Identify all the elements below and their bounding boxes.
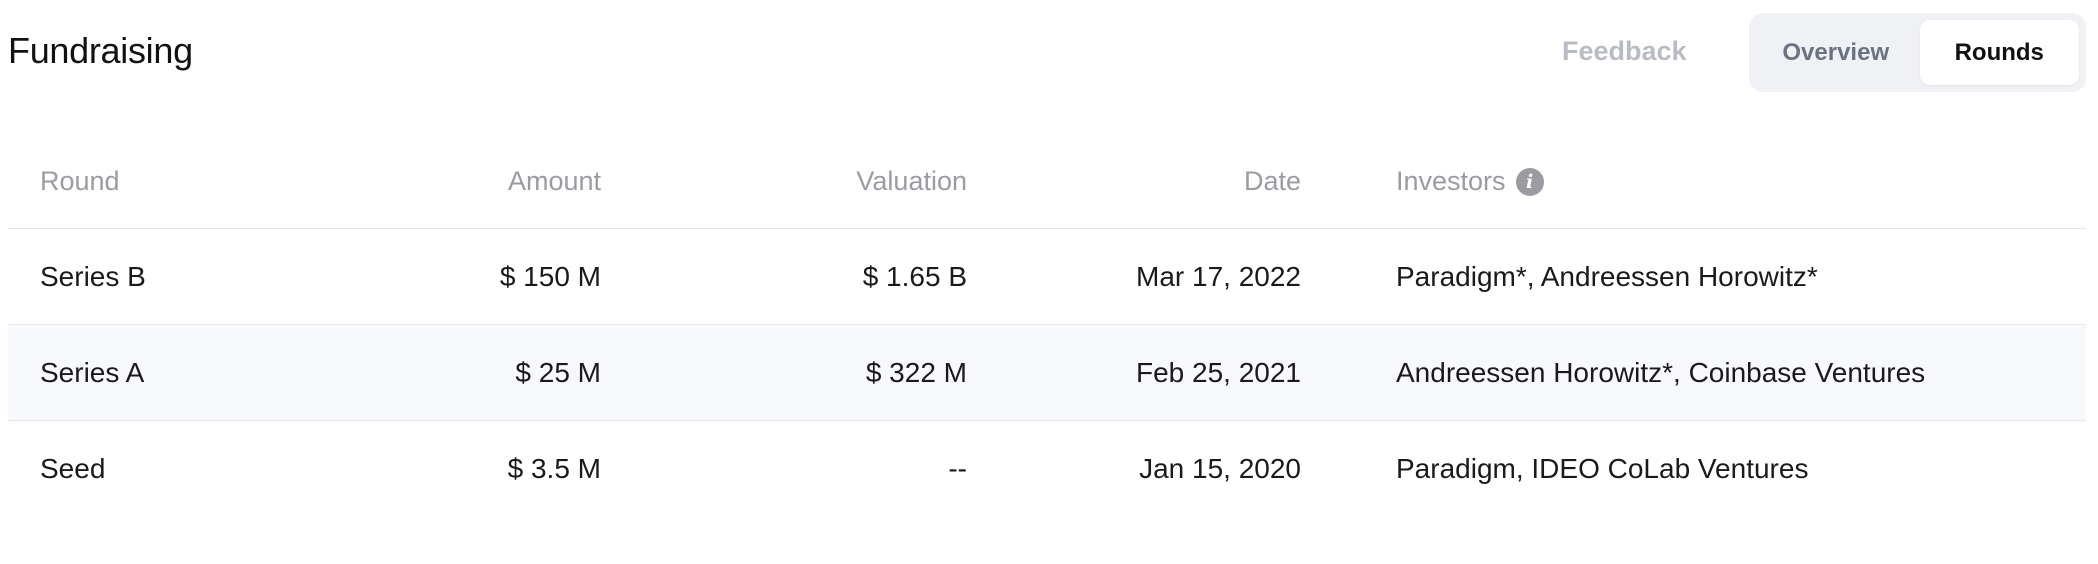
- rounds-table: Round Amount Valuation Date Investors i …: [8, 135, 2086, 516]
- cell-amount: $ 150 M: [499, 260, 601, 292]
- column-header-round: Round: [40, 166, 120, 196]
- page-title: Fundraising: [8, 30, 193, 71]
- cell-investors: Paradigm, IDEO CoLab Ventures: [1396, 452, 1809, 484]
- cell-valuation: --: [948, 452, 967, 484]
- table-row[interactable]: Seed $ 3.5 M -- Jan 15, 2020 Paradigm, I…: [8, 421, 2086, 516]
- cell-date: Mar 17, 2022: [1136, 260, 1301, 292]
- cell-date: Jan 15, 2020: [1139, 452, 1301, 484]
- feedback-link[interactable]: Feedback: [1562, 36, 1687, 67]
- cell-investors: Paradigm*, Andreessen Horowitz*: [1396, 260, 1818, 292]
- column-header-investors: Investors i: [1396, 166, 1544, 197]
- column-header-amount: Amount: [507, 166, 601, 196]
- investors-header-label: Investors: [1396, 166, 1506, 196]
- cell-round: Series B: [40, 260, 146, 292]
- cell-round: Series A: [40, 356, 145, 388]
- cell-amount: $ 3.5 M: [507, 452, 601, 484]
- column-header-date: Date: [1243, 166, 1301, 196]
- table-row[interactable]: Series A $ 25 M $ 322 M Feb 25, 2021 And…: [8, 325, 2086, 421]
- cell-valuation: $ 1.65 B: [862, 260, 967, 292]
- cell-valuation: $ 322 M: [865, 356, 967, 388]
- column-header-valuation: Valuation: [856, 166, 967, 196]
- cell-round: Seed: [40, 452, 106, 484]
- table-row[interactable]: Series B $ 150 M $ 1.65 B Mar 17, 2022 P…: [8, 229, 2086, 325]
- tab-overview[interactable]: Overview: [1756, 20, 1916, 85]
- cell-date: Feb 25, 2021: [1135, 356, 1301, 388]
- tab-rounds[interactable]: Rounds: [1919, 20, 2079, 85]
- cell-amount: $ 25 M: [515, 356, 601, 388]
- cell-investors: Andreessen Horowitz*, Coinbase Ventures: [1396, 356, 1926, 388]
- info-icon[interactable]: i: [1515, 167, 1544, 196]
- table-header: Round Amount Valuation Date Investors i: [8, 135, 2086, 229]
- view-toggle: Overview Rounds: [1749, 13, 2086, 92]
